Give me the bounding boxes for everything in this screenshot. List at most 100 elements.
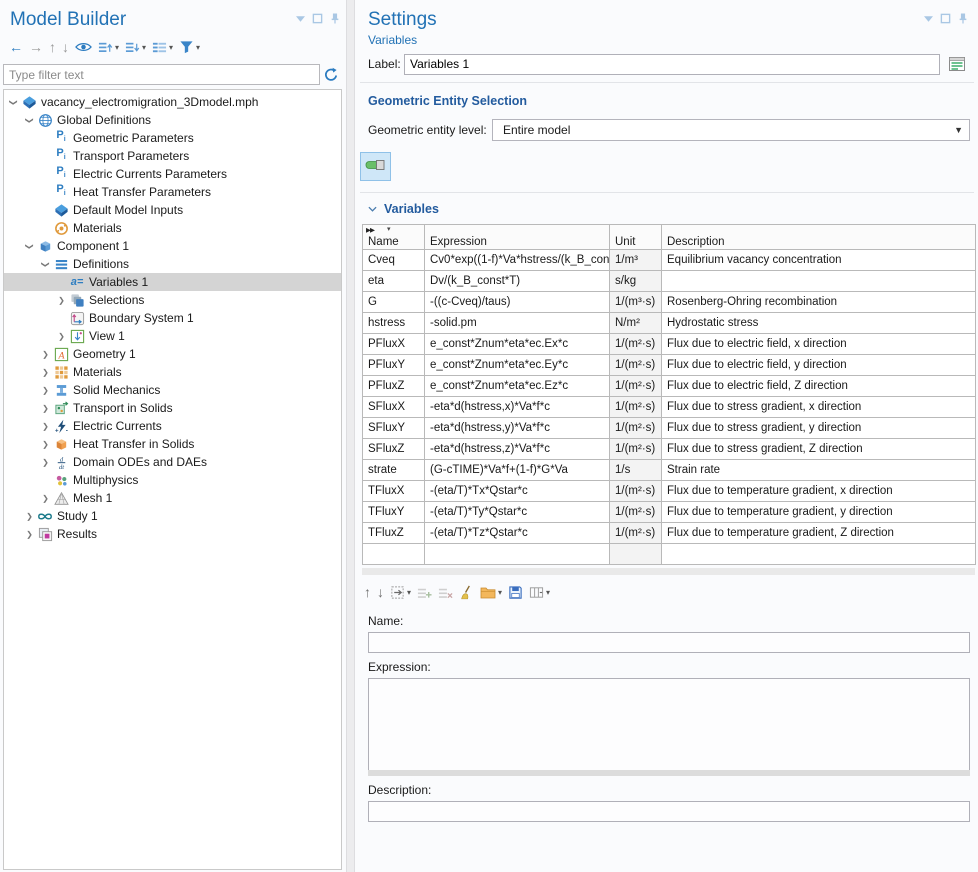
tree-item-mesh-1[interactable]: ❯Mesh 1 xyxy=(4,489,341,507)
variable-expression-cell[interactable]: -(eta/T)*Ty*Qstar*c xyxy=(425,502,610,523)
dropdown-caret-icon[interactable]: ▾ xyxy=(115,43,119,52)
model-tree-node-text-button[interactable]: ▾ xyxy=(150,37,175,57)
variable-unit-cell[interactable]: 1/(m²·s) xyxy=(610,397,662,418)
variable-name-cell[interactable]: PFluxX xyxy=(363,334,425,355)
active-toggle-button[interactable] xyxy=(360,152,391,181)
variable-expression-cell[interactable]: -eta*d(hstress,z)*Va*f*c xyxy=(425,439,610,460)
move-row-up-button[interactable]: ↑ xyxy=(362,582,373,602)
pin-icon[interactable] xyxy=(958,12,968,25)
variable-expression-cell[interactable]: e_const*Znum*eta*ec.Ez*c xyxy=(425,376,610,397)
variable-unit-cell[interactable]: 1/(m²·s) xyxy=(610,502,662,523)
tree-item-global-definitions[interactable]: ❯Global Definitions xyxy=(4,111,341,129)
variable-unit-cell[interactable]: 1/(m²·s) xyxy=(610,334,662,355)
move-node-down-button[interactable]: ↓ xyxy=(60,37,71,57)
tree-item-heat-transfer-in-solids[interactable]: ❯Heat Transfer in Solids xyxy=(4,435,341,453)
move-row-down-button[interactable]: ↓ xyxy=(375,582,386,602)
tree-item-selections[interactable]: ❯Selections xyxy=(4,291,341,309)
tree-item-electric-currents-parameters[interactable]: PiElectric Currents Parameters xyxy=(4,165,341,183)
chevron-right-icon[interactable]: ❯ xyxy=(39,368,52,377)
variable-unit-cell[interactable]: 1/(m²·s) xyxy=(610,481,662,502)
variable-name-cell[interactable]: TFluxZ xyxy=(363,523,425,544)
variable-expression-cell[interactable]: -((c-Cveq)/taus) xyxy=(425,292,610,313)
panel-divider[interactable] xyxy=(346,0,355,872)
create-variable-utility-button[interactable] xyxy=(944,53,970,75)
tree-item-electric-currents[interactable]: ❯+-Electric Currents xyxy=(4,417,341,435)
variable-expression-cell[interactable]: Cv0*exp((1-f)*Va*hstress/(k_B_const*T)) xyxy=(425,250,610,271)
chevron-down-icon[interactable]: ❯ xyxy=(25,240,34,253)
variable-expression-cell[interactable]: -eta*d(hstress,y)*Va*f*c xyxy=(425,418,610,439)
dropdown-caret-icon[interactable]: ▾ xyxy=(546,588,550,597)
variable-description-cell[interactable]: Flux due to stress gradient, y direction xyxy=(662,418,976,439)
variable-name-cell[interactable]: hstress xyxy=(363,313,425,334)
chevron-right-icon[interactable]: ❯ xyxy=(39,494,52,503)
geometric-entity-level-select[interactable]: Entire model ▼ xyxy=(492,119,970,141)
tree-item-study-1[interactable]: ❯Study 1 xyxy=(4,507,341,525)
variable-expression-cell[interactable]: (G-cTIME)*Va*f+(1-f)*G*Va xyxy=(425,460,610,481)
variable-description-cell[interactable]: Flux due to temperature gradient, y dire… xyxy=(662,502,976,523)
variable-name-cell[interactable]: TFluxY xyxy=(363,502,425,523)
tree-item-results[interactable]: ❯Results xyxy=(4,525,341,543)
filter-button[interactable]: ▾ xyxy=(177,37,202,57)
tree-item-transport-in-solids[interactable]: ❯Transport in Solids xyxy=(4,399,341,417)
collapse-all-button[interactable]: ▾ xyxy=(96,37,121,57)
variable-name-cell[interactable] xyxy=(363,544,425,565)
tree-item-geometric-parameters[interactable]: PiGeometric Parameters xyxy=(4,129,341,147)
dropdown-caret-icon[interactable]: ▾ xyxy=(498,588,502,597)
tree-item-materials[interactable]: Materials xyxy=(4,219,341,237)
variable-description-cell[interactable]: Flux due to electric field, y direction xyxy=(662,355,976,376)
variable-name-cell[interactable]: eta xyxy=(363,271,425,292)
variable-expression-cell[interactable]: -(eta/T)*Tz*Qstar*c xyxy=(425,523,610,544)
variable-name-cell[interactable]: strate xyxy=(363,460,425,481)
chevron-right-icon[interactable]: ❯ xyxy=(39,404,52,413)
chevron-right-icon[interactable]: ❯ xyxy=(39,458,52,467)
variable-unit-cell[interactable]: 1/(m³·s) xyxy=(610,292,662,313)
chevron-down-icon[interactable]: ❯ xyxy=(9,96,18,109)
chevron-right-icon[interactable]: ❯ xyxy=(23,512,36,521)
variable-expression-cell[interactable]: -(eta/T)*Tx*Qstar*c xyxy=(425,481,610,502)
variable-description-cell[interactable] xyxy=(662,271,976,292)
dropdown-caret-icon[interactable]: ▾ xyxy=(407,588,411,597)
navigate-forward-button[interactable]: → xyxy=(27,37,45,57)
panel-menu-icon[interactable] xyxy=(296,16,305,22)
column-header-unit[interactable]: Unit xyxy=(610,225,662,250)
variable-name-cell[interactable]: SFluxZ xyxy=(363,439,425,460)
fit-column-width-button[interactable]: ▾ xyxy=(527,582,552,602)
variable-description-cell[interactable]: Flux due to stress gradient, Z direction xyxy=(662,439,976,460)
dropdown-caret-icon[interactable]: ▾ xyxy=(142,43,146,52)
variable-unit-cell[interactable]: s/kg xyxy=(610,271,662,292)
chevron-down-icon[interactable]: ❯ xyxy=(41,258,50,271)
load-from-file-button[interactable]: ▾ xyxy=(478,582,504,602)
column-header-description[interactable]: Description xyxy=(662,225,976,250)
tree-item-solid-mechanics[interactable]: ❯Solid Mechanics xyxy=(4,381,341,399)
variable-name-cell[interactable]: SFluxX xyxy=(363,397,425,418)
variable-unit-cell[interactable]: 1/s xyxy=(610,460,662,481)
add-row-button[interactable] xyxy=(415,582,434,602)
refresh-icon[interactable] xyxy=(320,67,342,83)
variable-description-cell[interactable]: Rosenberg-Ohring recombination xyxy=(662,292,976,313)
float-window-icon[interactable] xyxy=(312,13,323,24)
variable-description-cell[interactable]: Hydrostatic stress xyxy=(662,313,976,334)
filter-input[interactable] xyxy=(3,64,320,85)
tree-item-view-1[interactable]: ❯View 1 xyxy=(4,327,341,345)
delete-row-button[interactable] xyxy=(436,582,455,602)
variable-expression-cell[interactable]: e_const*Znum*eta*ec.Ey*c xyxy=(425,355,610,376)
variable-name-cell[interactable]: TFluxX xyxy=(363,481,425,502)
tree-item-default-model-inputs[interactable]: Default Model Inputs xyxy=(4,201,341,219)
variable-description-cell[interactable]: Equilibrium vacancy concentration xyxy=(662,250,976,271)
variable-description-cell[interactable]: Flux due to temperature gradient, Z dire… xyxy=(662,523,976,544)
variable-expression-cell[interactable]: e_const*Znum*eta*ec.Ex*c xyxy=(425,334,610,355)
variable-name-cell[interactable]: SFluxY xyxy=(363,418,425,439)
name-input[interactable] xyxy=(368,632,970,653)
expression-resize-grip[interactable] xyxy=(368,770,970,776)
variable-expression-cell[interactable] xyxy=(425,544,610,565)
tree-item-boundary-system-1[interactable]: Boundary System 1 xyxy=(4,309,341,327)
tree-item-heat-transfer-parameters[interactable]: PiHeat Transfer Parameters xyxy=(4,183,341,201)
dropdown-caret-icon[interactable]: ▾ xyxy=(196,43,200,52)
column-menu-caret-icon[interactable]: ▾ xyxy=(387,225,391,233)
variable-description-cell[interactable]: Flux due to stress gradient, x direction xyxy=(662,397,976,418)
show-button[interactable] xyxy=(73,37,94,57)
variable-description-cell[interactable]: Flux due to electric field, x direction xyxy=(662,334,976,355)
variable-name-cell[interactable]: PFluxZ xyxy=(363,376,425,397)
variable-name-cell[interactable]: G xyxy=(363,292,425,313)
variable-description-cell[interactable]: Flux due to temperature gradient, x dire… xyxy=(662,481,976,502)
